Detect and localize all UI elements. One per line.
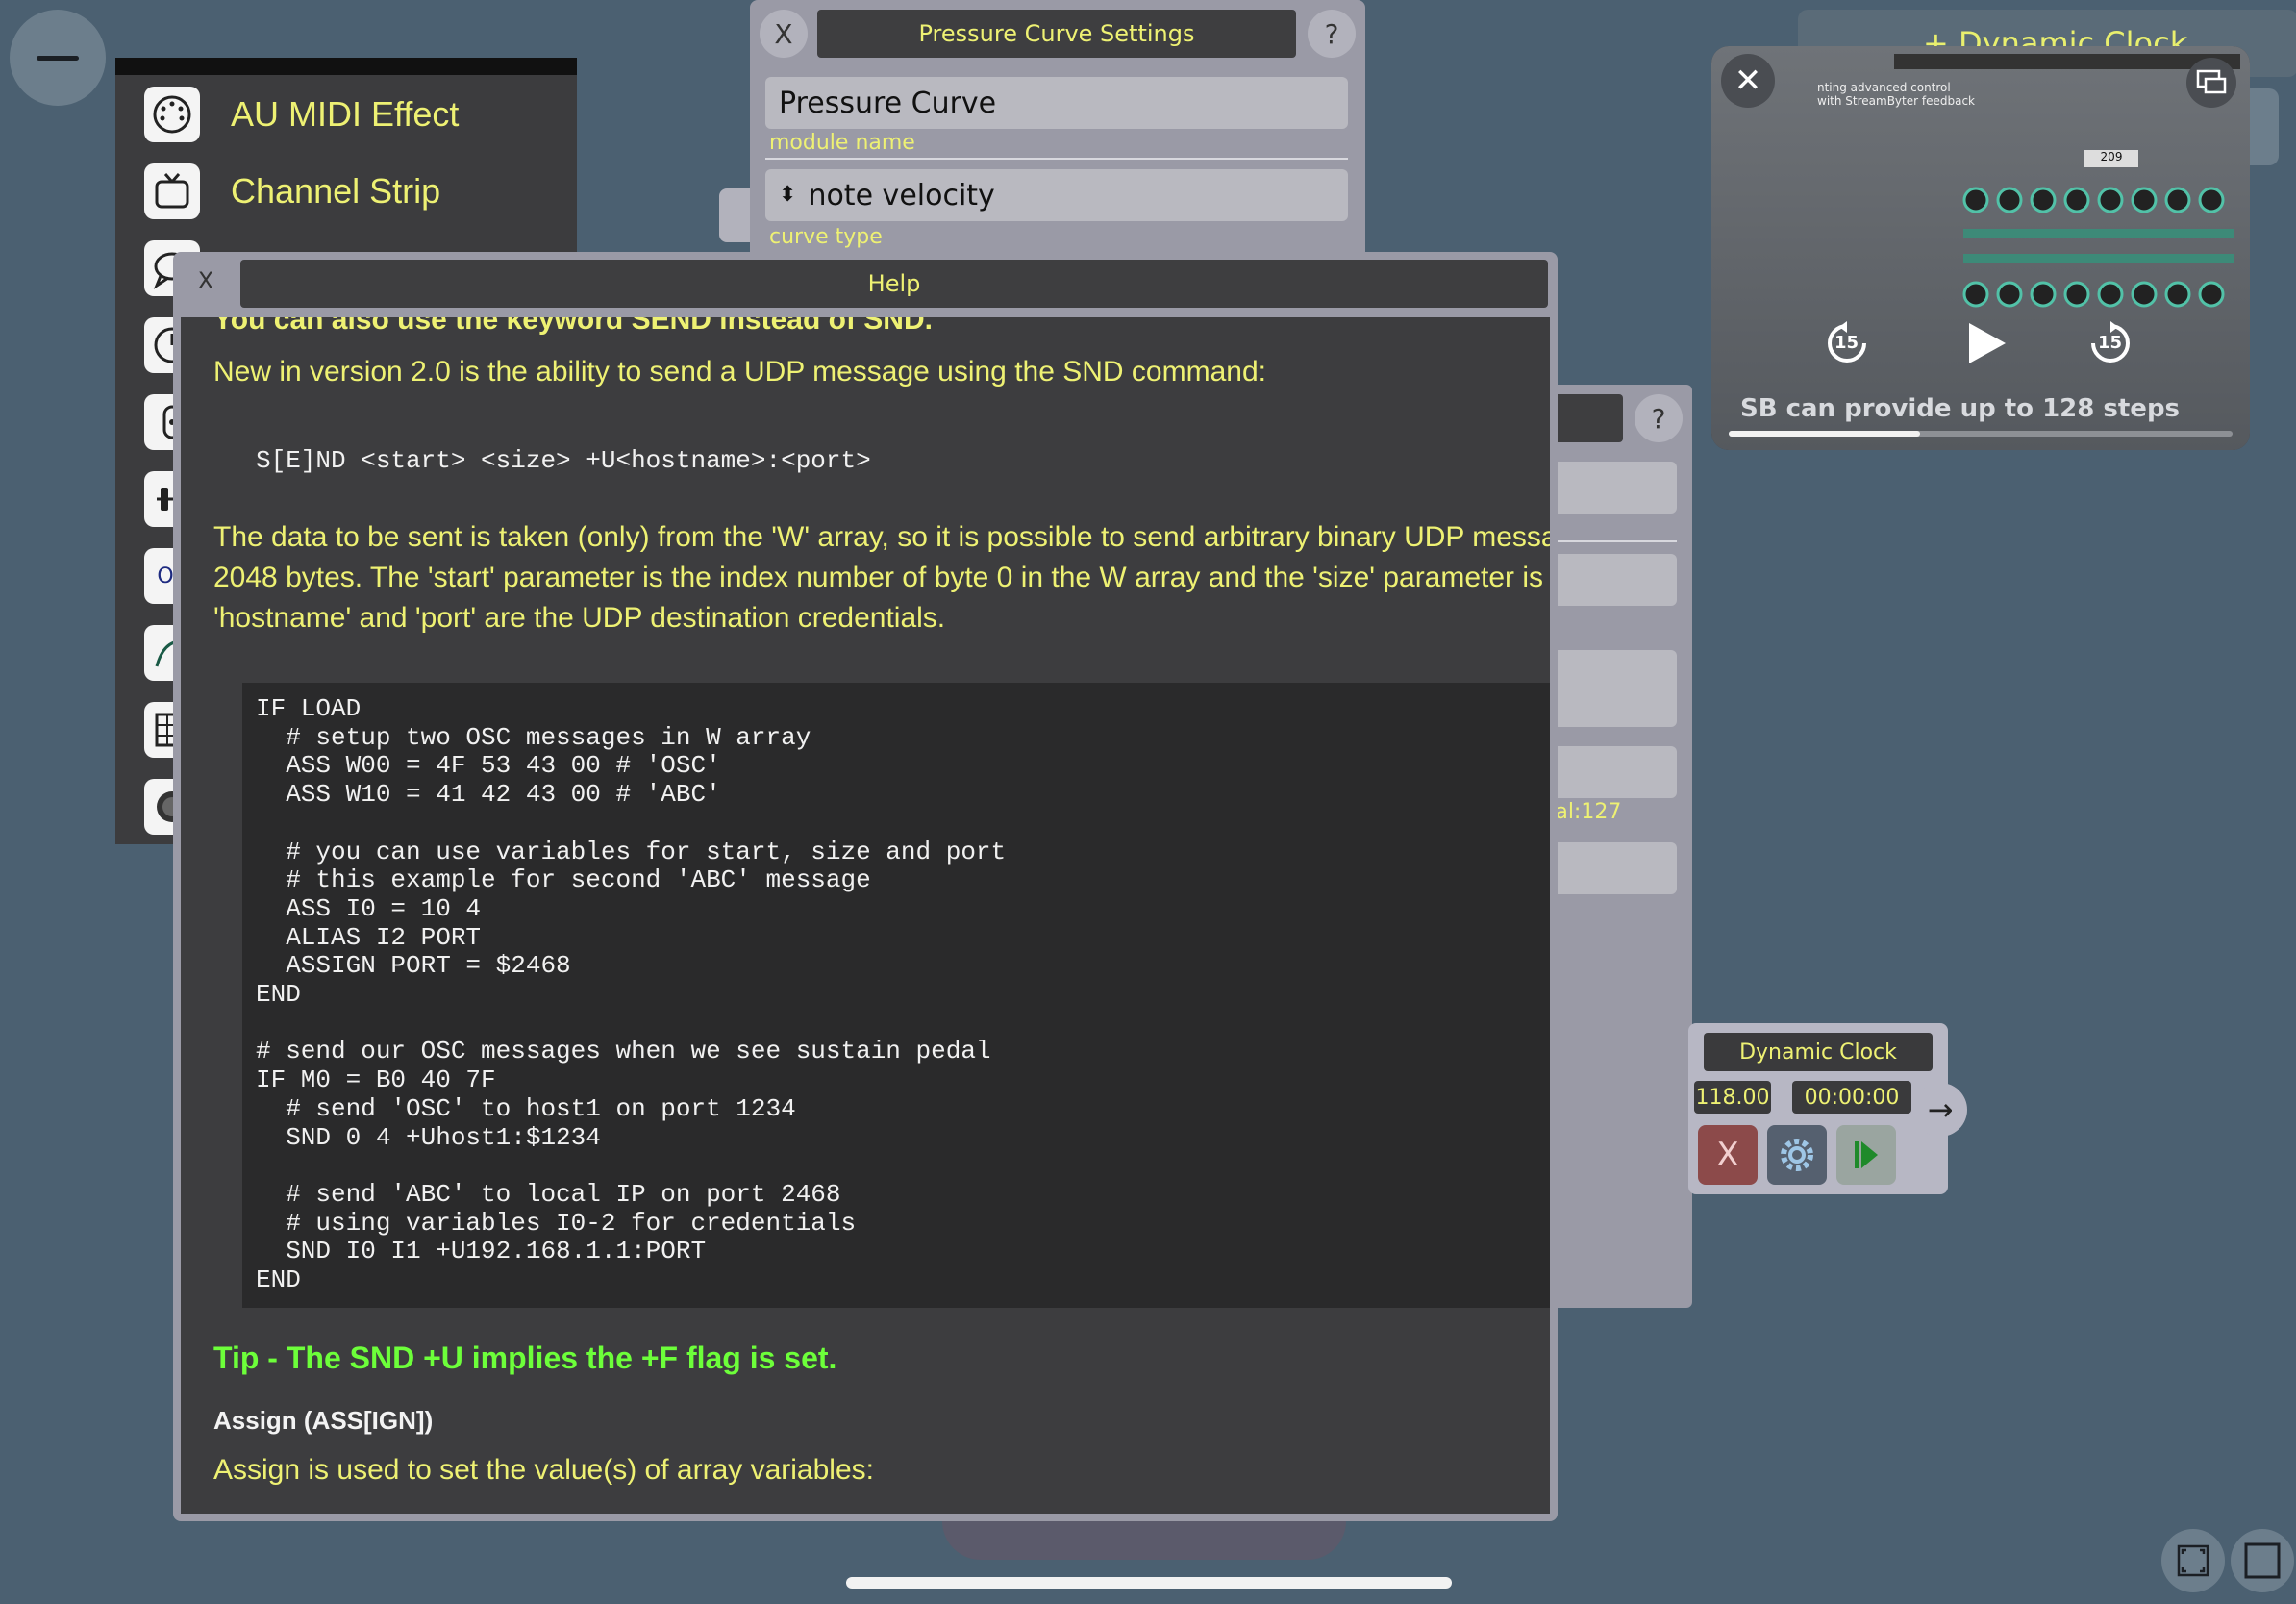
headline-line-1: nting advanced control <box>1817 81 1951 94</box>
background-settings-panel: ? Val:127 <box>1538 385 1692 1308</box>
stop-button[interactable]: X <box>1698 1125 1758 1185</box>
divider <box>765 158 1348 160</box>
tip-text: Tip - The SND +U implies the +F flag is … <box>213 1341 837 1375</box>
curve-area[interactable] <box>1538 650 1677 727</box>
skip-back-seconds: 15 <box>1834 333 1859 353</box>
arrow-right-icon[interactable]: → <box>1913 1083 1967 1137</box>
home-indicator[interactable] <box>846 1577 1452 1589</box>
module-title: Dynamic Clock <box>1704 1033 1933 1071</box>
curve-type-select[interactable]: ⬍ note velocity <box>765 169 1348 221</box>
code-line: ASS W00 = 4F 53 43 00 # 'OSC' <box>256 751 721 781</box>
code-line: SND 0 4 +Uhost1:$1234 <box>256 1122 601 1152</box>
tv-icon <box>144 163 200 219</box>
help-title: Help <box>240 260 1548 308</box>
collapse-button[interactable] <box>10 10 106 106</box>
field[interactable] <box>1538 842 1677 894</box>
code-line: # you can use variables for start, size … <box>256 837 1007 866</box>
close-button[interactable]: X <box>185 260 227 302</box>
curve-type-label: curve type <box>769 225 883 249</box>
fit-screen-icon[interactable] <box>2161 1529 2225 1592</box>
code-line: # setup two OSC messages in W array <box>256 722 811 752</box>
skip-forward-icon[interactable]: 15 <box>2088 321 2133 365</box>
menu-item-label: Channel Strip <box>231 171 441 211</box>
dynamic-clock-module: Dynamic Clock 118.00 00:00:00 X <box>1688 1023 1948 1194</box>
code-line: SND I0 I1 +U192.168.1.1:PORT <box>256 1237 707 1266</box>
field[interactable] <box>1538 554 1677 606</box>
code-line: # using variables I0-2 for credentials <box>256 1208 857 1238</box>
video-caption: SB can provide up to 128 steps <box>1740 394 2181 423</box>
video-headline: nting advanced control with StreamByter … <box>1817 81 1975 108</box>
code-line: IF LOAD <box>256 694 362 723</box>
field[interactable] <box>1538 462 1677 514</box>
code-line: ASS W10 = 41 42 43 00 # 'ABC' <box>256 780 721 810</box>
curve-type-value: note velocity <box>808 178 995 213</box>
close-button[interactable]: X <box>760 10 808 58</box>
gear-icon[interactable] <box>1767 1125 1827 1185</box>
syntax-line: S[E]ND <start> <size> +U<hostname>:<port… <box>256 446 871 475</box>
headline-line-2: with StreamByter feedback <box>1817 94 1975 108</box>
code-line: ASS I0 = 10 4 <box>256 893 482 923</box>
menu-item-label: AU MIDI Effect <box>231 94 460 134</box>
field[interactable] <box>1538 746 1677 798</box>
code-line: # send 'ABC' to local IP on port 2468 <box>256 1179 841 1209</box>
select-chevrons-icon: ⬍ <box>779 183 797 207</box>
code-line: ASSIGN PORT = $2468 <box>256 951 571 981</box>
window-icon[interactable] <box>2231 1529 2294 1592</box>
help-paragraph: 2048 bytes. The 'start' parameter is the… <box>213 562 1544 593</box>
code-block: IF LOAD # setup two OSC messages in W ar… <box>242 683 1550 1308</box>
code-line: IF M0 = B0 40 7F <box>256 1065 496 1095</box>
close-icon[interactable]: ✕ <box>1721 54 1775 108</box>
skip-back-icon[interactable]: 15 <box>1825 321 1869 365</box>
module-name-label: module name <box>769 131 915 155</box>
module-name-field[interactable]: Pressure Curve <box>765 77 1348 129</box>
help-button[interactable]: ? <box>1635 394 1683 442</box>
code-line: # send 'OSC' to host1 on port 1234 <box>256 1093 796 1123</box>
skip-forward-seconds: 15 <box>2098 333 2123 353</box>
code-line: END <box>256 1266 301 1294</box>
code-line: # send our OSC messages when we see sust… <box>256 1037 991 1066</box>
play-icon[interactable] <box>1836 1125 1896 1185</box>
help-content[interactable]: You can also use the keyword SEND instea… <box>181 317 1550 1514</box>
help-paragraph: Assign is used to set the value(s) of ar… <box>213 1454 874 1486</box>
picture-in-picture-video[interactable]: nting advanced control with StreamByter … <box>1711 46 2250 450</box>
help-paragraph: New in version 2.0 is the ability to sen… <box>213 356 1266 388</box>
midi-din-icon <box>144 87 200 142</box>
partial-heading: You can also use the keyword SEND instea… <box>213 317 933 336</box>
play-icon[interactable] <box>1961 319 2009 367</box>
video-progress-track[interactable] <box>1729 431 2233 437</box>
help-button[interactable]: ? <box>1308 10 1356 58</box>
code-line: ALIAS I2 PORT <box>256 922 482 952</box>
menu-item-au-midi-effect[interactable]: AU MIDI Effect <box>144 87 459 142</box>
menu-item-channel-strip[interactable]: Channel Strip <box>144 163 440 219</box>
help-paragraph: The data to be sent is taken (only) from… <box>213 521 1550 553</box>
tempo-display[interactable]: 118.00 <box>1694 1081 1771 1114</box>
pip-restore-icon[interactable] <box>2186 58 2236 108</box>
time-display: 00:00:00 <box>1792 1081 1911 1114</box>
code-line: END <box>256 980 301 1009</box>
section-heading: Assign (ASS[IGN]) <box>213 1406 434 1435</box>
active-value: 209 <box>2084 150 2138 167</box>
divider <box>1538 540 1677 542</box>
help-window: X Help You can also use the keyword SEND… <box>173 252 1558 1521</box>
background-shape <box>942 1521 1346 1560</box>
help-paragraph: 'hostname' and 'port' are the UDP destin… <box>213 602 946 634</box>
video-knob-grid <box>1961 181 2240 335</box>
video-progress-fill <box>1729 431 1921 437</box>
panel-title: Pressure Curve Settings <box>817 10 1296 58</box>
pressure-curve-settings-panel: X Pressure Curve Settings ? Pressure Cur… <box>750 0 1365 264</box>
code-line: # this example for second 'ABC' message <box>256 865 871 895</box>
